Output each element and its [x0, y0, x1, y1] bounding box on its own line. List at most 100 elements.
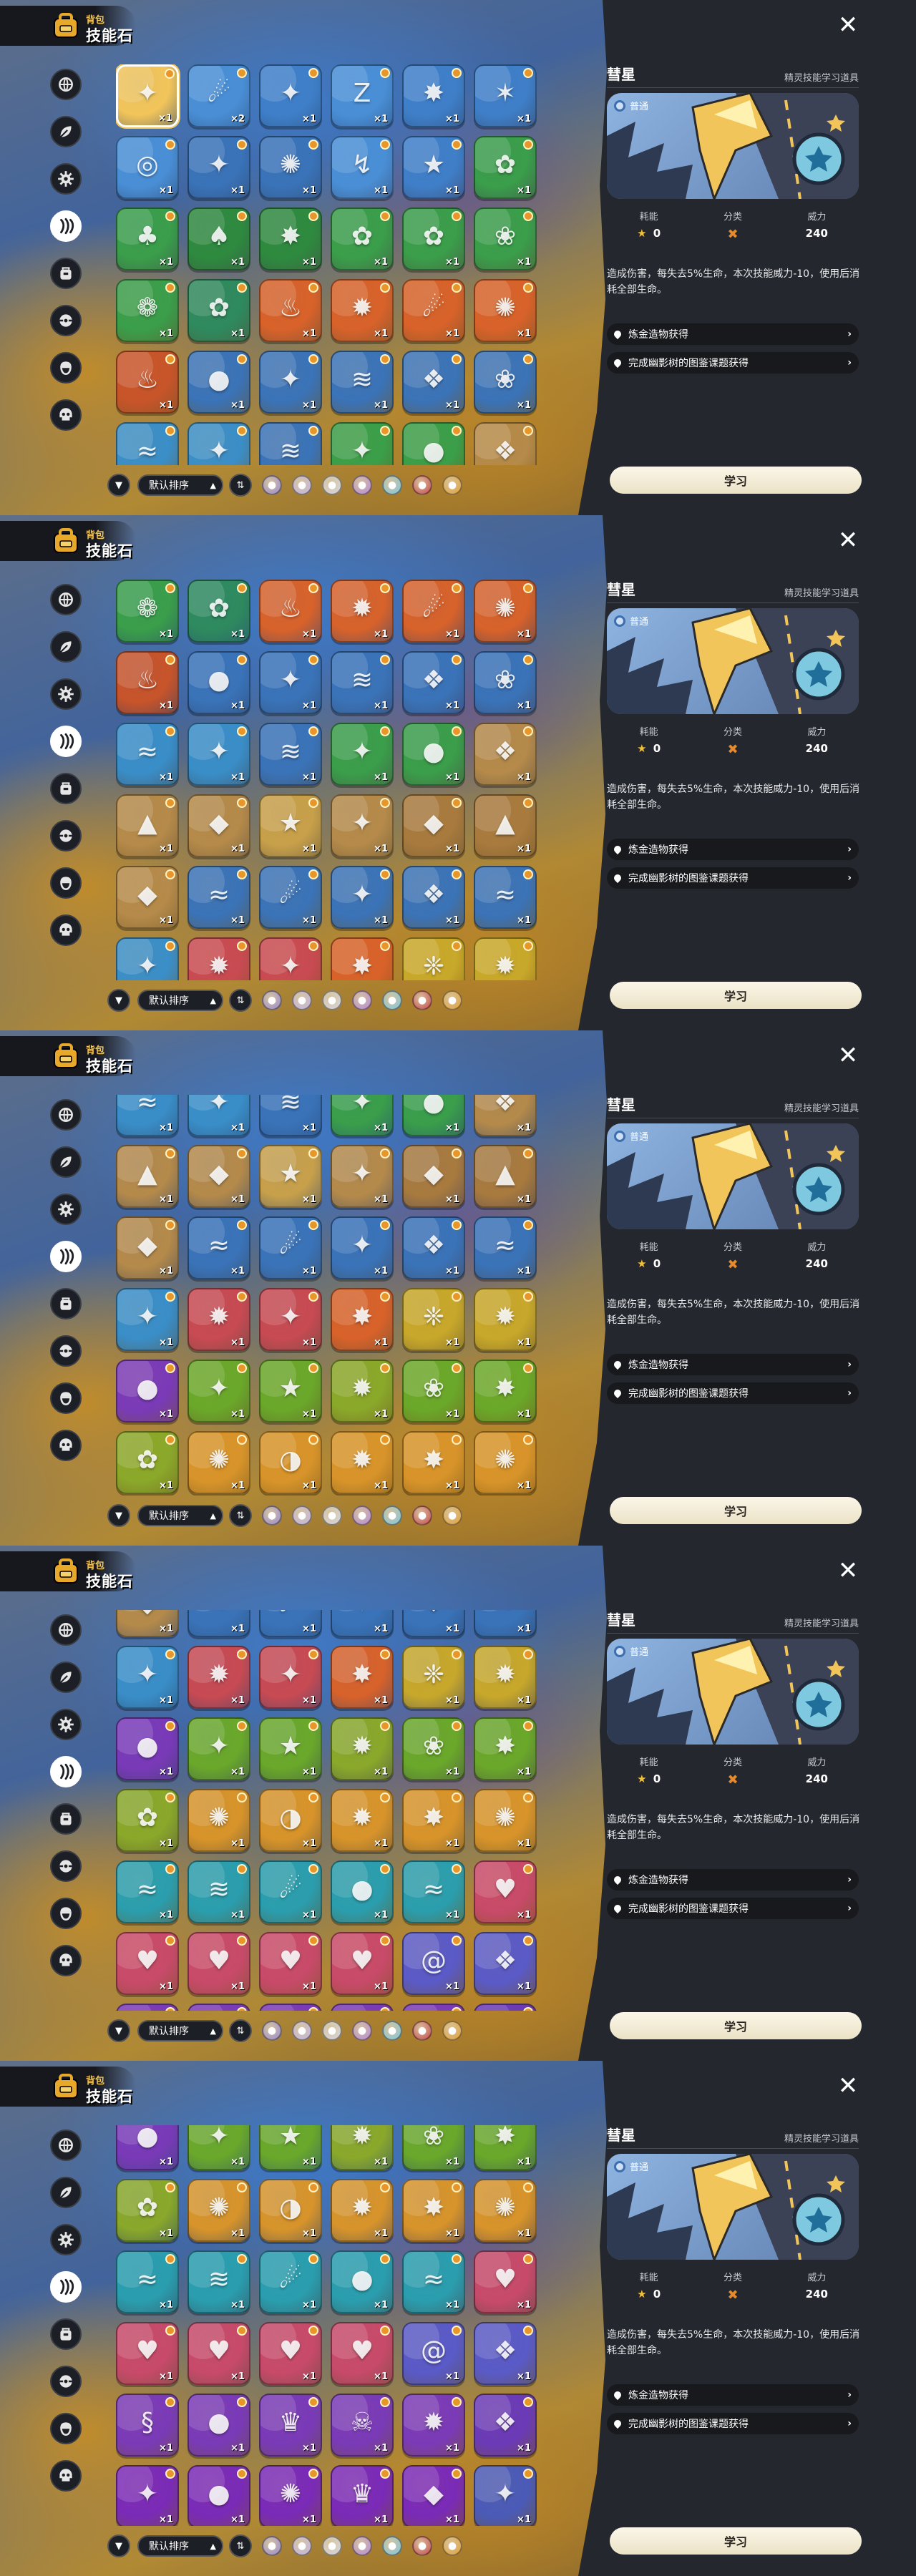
element-filter-icon[interactable]: ● [412, 2536, 432, 2556]
skill-stone-item[interactable]: ♣ ×1 [116, 208, 179, 270]
skill-stone-item[interactable]: ✦ ×1 [187, 1095, 250, 1136]
sort-order-button[interactable]: ⇅ [229, 2534, 252, 2557]
category-gear[interactable] [50, 163, 82, 195]
skill-stone-item[interactable]: ✿ ×1 [187, 580, 250, 643]
category-pokeball[interactable] [50, 820, 82, 852]
skill-stone-item[interactable]: ♥ ×1 [116, 1932, 179, 1995]
element-filter-icon[interactable]: ● [442, 990, 462, 1010]
skill-stone-item[interactable]: ● ×1 [116, 1717, 179, 1780]
category-gear[interactable] [50, 1194, 82, 1225]
skill-stone-item[interactable]: ✺ ×1 [259, 136, 322, 199]
element-filter-icon[interactable]: ● [322, 990, 342, 1010]
skill-stone-item[interactable]: ☠ ×1 [331, 2394, 394, 2457]
skill-stone-item[interactable]: ✦ ×1 [331, 1610, 394, 1637]
skill-stone-item[interactable]: ✿ ×1 [474, 136, 537, 199]
category-claw[interactable] [50, 210, 82, 242]
element-filter-icon[interactable]: ● [412, 1506, 432, 1526]
skill-stone-item[interactable]: ☄ ×1 [259, 1860, 322, 1923]
learn-button[interactable]: 学习 [610, 2527, 862, 2555]
source-link-alchemy[interactable]: 炼金造物获得 › [607, 1354, 859, 1375]
skill-stone-item[interactable]: ❀ ×1 [402, 1717, 465, 1780]
element-filter-icon[interactable]: ● [292, 990, 312, 1010]
skill-stone-item[interactable]: ● ×1 [402, 422, 465, 465]
item-grid[interactable]: ✦ ×1 ☄ ×2 ✦ ×1 Z ×1 ✸ ×1 [116, 1610, 541, 2011]
element-filter-icon[interactable]: ● [442, 475, 462, 495]
skill-stone-item[interactable]: ✹ ×1 [402, 2004, 465, 2011]
skill-stone-item[interactable]: ☄ ×1 [259, 1610, 322, 1637]
skill-stone-item[interactable]: ≈ ×1 [116, 422, 179, 465]
category-globe[interactable] [50, 2129, 82, 2161]
skill-stone-item[interactable]: ★ ×1 [259, 1717, 322, 1780]
skill-stone-item[interactable]: ◆ ×1 [402, 794, 465, 857]
skill-stone-item[interactable]: ♨ ×1 [259, 580, 322, 643]
skill-stone-item[interactable]: ✺ ×1 [474, 279, 537, 342]
skill-stone-item[interactable]: ✦ ×1 [331, 723, 394, 786]
category-acorn[interactable] [50, 352, 82, 384]
skill-stone-item[interactable]: ♥ ×1 [116, 2322, 179, 2385]
skill-stone-item[interactable]: ❈ ×1 [402, 1646, 465, 1709]
skill-stone-item[interactable]: ✦ ×1 [187, 723, 250, 786]
element-filter-icon[interactable]: ● [412, 990, 432, 1010]
skill-stone-item[interactable]: ❖ ×1 [402, 1216, 465, 1279]
category-acorn[interactable] [50, 2413, 82, 2444]
skill-stone-item[interactable]: ◆ ×1 [116, 1610, 179, 1637]
skill-stone-item[interactable]: ✹ ×1 [331, 2179, 394, 2242]
skill-stone-item[interactable]: ✺ ×1 [187, 2179, 250, 2242]
sort-order-button[interactable]: ⇅ [229, 2019, 252, 2042]
skill-stone-item[interactable]: ● ×1 [187, 651, 250, 714]
skill-stone-item[interactable]: ✿ ×1 [116, 1431, 179, 1494]
skill-stone-item[interactable]: ≈ ×1 [187, 1216, 250, 1279]
element-filter-icon[interactable]: ● [352, 2021, 372, 2041]
skill-stone-item[interactable]: ☄ ×1 [402, 580, 465, 643]
skill-stone-item[interactable]: ❖ ×1 [402, 651, 465, 714]
close-button[interactable]: ✕ [836, 1558, 860, 1583]
skill-stone-item[interactable]: ❖ ×1 [402, 351, 465, 414]
skill-stone-item[interactable]: ☄ ×1 [259, 866, 322, 929]
skill-stone-item[interactable]: ✹ ×1 [187, 1288, 250, 1351]
skill-stone-item[interactable]: ❁ ×1 [116, 279, 179, 342]
learn-button[interactable]: 学习 [610, 1497, 862, 1524]
element-filter-icon[interactable]: ● [292, 2021, 312, 2041]
skill-stone-item[interactable]: ▲ ×1 [116, 1145, 179, 1208]
element-filter-icon[interactable]: ● [382, 2021, 402, 2041]
skill-stone-item[interactable]: ● ×1 [187, 351, 250, 414]
skill-stone-item[interactable]: ♥ ×1 [187, 2322, 250, 2385]
skill-stone-item[interactable]: ❖ ×1 [474, 422, 537, 465]
filter-button[interactable]: ▼ [107, 989, 130, 1012]
skill-stone-item[interactable]: ✦ ×1 [116, 1288, 179, 1351]
skill-stone-item[interactable]: ✦ ×1 [259, 64, 322, 127]
source-link-pokedex[interactable]: 完成幽影树的图鉴课题获得 › [607, 1898, 859, 1919]
skill-stone-item[interactable]: ✦ ×1 [116, 1646, 179, 1709]
skill-stone-item[interactable]: ● ×1 [187, 2004, 250, 2011]
category-bag[interactable] [50, 2318, 82, 2350]
filter-button[interactable]: ▼ [107, 2534, 130, 2557]
element-filter-icon[interactable]: ● [292, 2536, 312, 2556]
element-filter-icon[interactable]: ● [382, 2536, 402, 2556]
category-skull[interactable] [50, 1430, 82, 1461]
category-leaf[interactable] [50, 1146, 82, 1178]
category-leaf[interactable] [50, 1662, 82, 1693]
skill-stone-item[interactable]: ≈ ×1 [474, 1610, 537, 1637]
skill-stone-item[interactable]: ♛ ×1 [259, 2004, 322, 2011]
skill-stone-item[interactable]: ≈ ×1 [402, 1860, 465, 1923]
skill-stone-item[interactable]: ✶ ×1 [474, 64, 537, 127]
skill-stone-item[interactable]: ◆ ×1 [187, 794, 250, 857]
skill-stone-item[interactable]: ▲ ×1 [474, 794, 537, 857]
skill-stone-item[interactable]: ≈ ×1 [474, 1216, 537, 1279]
category-acorn[interactable] [50, 867, 82, 899]
skill-stone-item[interactable]: ● ×1 [187, 2394, 250, 2457]
skill-stone-item[interactable]: ✦ ×1 [116, 937, 179, 980]
skill-stone-item[interactable]: ♥ ×1 [331, 1932, 394, 1995]
category-skull[interactable] [50, 914, 82, 946]
source-link-alchemy[interactable]: 炼金造物获得 › [607, 323, 859, 345]
item-grid[interactable]: ✦ ×1 ☄ ×2 ✦ ×1 Z ×1 ✸ ×1 [116, 2125, 541, 2526]
skill-stone-item[interactable]: ● ×1 [331, 1860, 394, 1923]
skill-stone-item[interactable]: ☠ ×1 [331, 2004, 394, 2011]
skill-stone-item[interactable]: ♛ ×1 [259, 2394, 322, 2457]
skill-stone-item[interactable]: Z ×1 [331, 64, 394, 127]
skill-stone-item[interactable]: ▲ ×1 [474, 1145, 537, 1208]
category-skull[interactable] [50, 399, 82, 431]
skill-stone-item[interactable]: ✦ ×1 [474, 2465, 537, 2526]
skill-stone-item[interactable]: ≈ ×1 [187, 866, 250, 929]
skill-stone-item[interactable]: ≋ ×1 [259, 723, 322, 786]
